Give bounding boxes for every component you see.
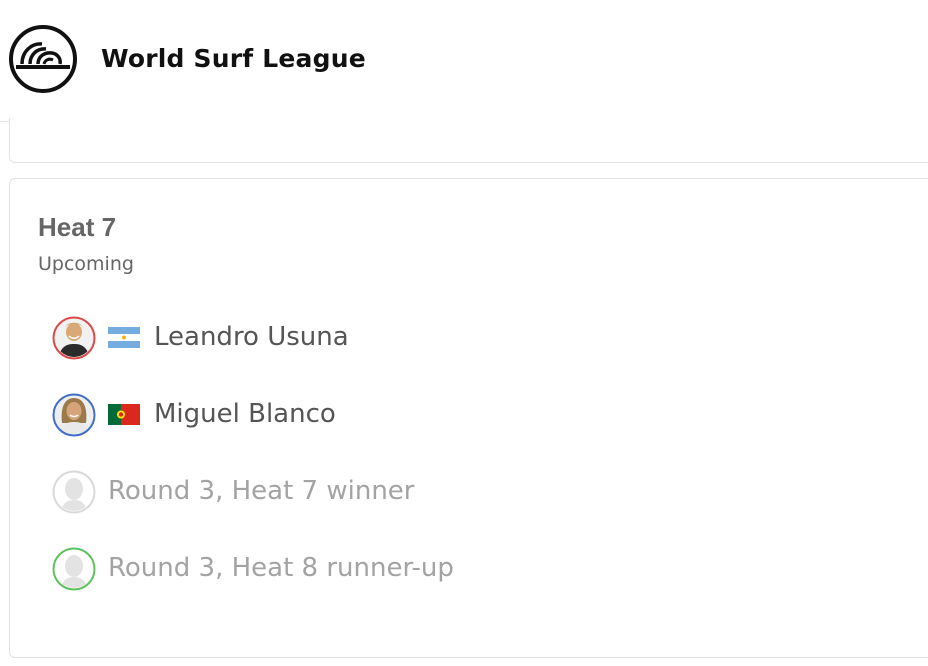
athlete-avatar — [52, 393, 96, 437]
athlete-placeholder-label: Round 3, Heat 8 runner-up — [108, 553, 454, 583]
athlete-row-placeholder: Round 3, Heat 7 winner — [52, 470, 752, 514]
placeholder-avatar-icon — [52, 547, 96, 591]
athlete-avatar — [52, 316, 96, 360]
athlete-name[interactable]: Miguel Blanco — [154, 397, 336, 431]
argentina-flag-icon — [108, 327, 140, 348]
heat-card: Heat 7 Upcoming Leandro Usuna Miguel Bla… — [9, 178, 928, 658]
athlete-name[interactable]: Leandro Usuna — [154, 320, 349, 354]
placeholder-avatar-icon — [52, 470, 96, 514]
wave-logo-icon[interactable] — [8, 24, 78, 94]
athlete-row[interactable]: Miguel Blanco — [52, 393, 752, 437]
brand-title[interactable]: World Surf League — [101, 44, 366, 73]
previous-heat-card — [9, 118, 928, 163]
athlete-row-placeholder: Round 3, Heat 8 runner-up — [52, 547, 752, 591]
heat-title: Heat 7 — [38, 212, 117, 242]
top-bar: World Surf League — [0, 0, 928, 122]
heat-status: Upcoming — [38, 253, 134, 275]
athlete-row[interactable]: Leandro Usuna — [52, 316, 752, 360]
athlete-placeholder-label: Round 3, Heat 7 winner — [108, 476, 415, 506]
portugal-flag-icon — [108, 404, 140, 425]
